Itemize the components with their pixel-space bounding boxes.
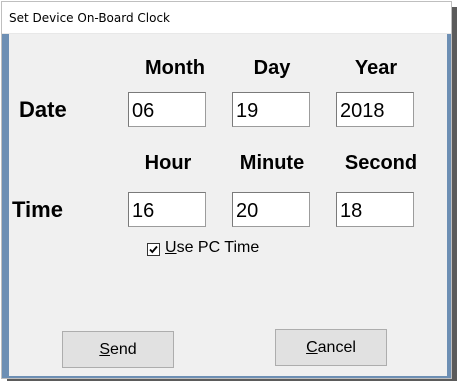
send-mnemonic: S <box>99 341 110 358</box>
use-pc-time-label[interactable]: Use PC Time <box>165 239 259 257</box>
cancel-text: ancel <box>317 339 356 356</box>
time-label: Time <box>12 197 63 222</box>
cancel-button[interactable]: Cancel <box>275 329 387 366</box>
day-field[interactable] <box>232 92 310 127</box>
second-field[interactable] <box>336 192 414 227</box>
dialog-body: Month Day Year Date Hour Minute Second T… <box>9 34 447 376</box>
year-label: Year <box>354 57 398 79</box>
month-label: Month <box>145 57 205 79</box>
second-label: Second <box>344 152 418 174</box>
use-pc-time-mnemonic: U <box>165 239 177 256</box>
checkmark-icon <box>149 245 158 254</box>
title-bar[interactable]: Set Device On-Board Clock <box>2 2 451 34</box>
send-text: end <box>109 341 137 358</box>
minute-field[interactable] <box>232 192 310 227</box>
send-button[interactable]: Send <box>62 331 174 368</box>
minute-label: Minute <box>239 152 305 174</box>
use-pc-time-checkbox[interactable] <box>147 243 160 256</box>
year-field[interactable] <box>336 92 414 127</box>
date-label: Date <box>19 97 67 122</box>
cancel-mnemonic: C <box>306 339 318 356</box>
hour-label: Hour <box>144 152 192 174</box>
use-pc-time-text: se PC Time <box>176 239 260 256</box>
hour-field[interactable] <box>128 192 206 227</box>
set-clock-dialog: Set Device On-Board Clock Month Day Year… <box>1 1 452 379</box>
month-field[interactable] <box>128 92 206 127</box>
day-label: Day <box>253 57 291 79</box>
window-title: Set Device On-Board Clock <box>9 11 171 25</box>
